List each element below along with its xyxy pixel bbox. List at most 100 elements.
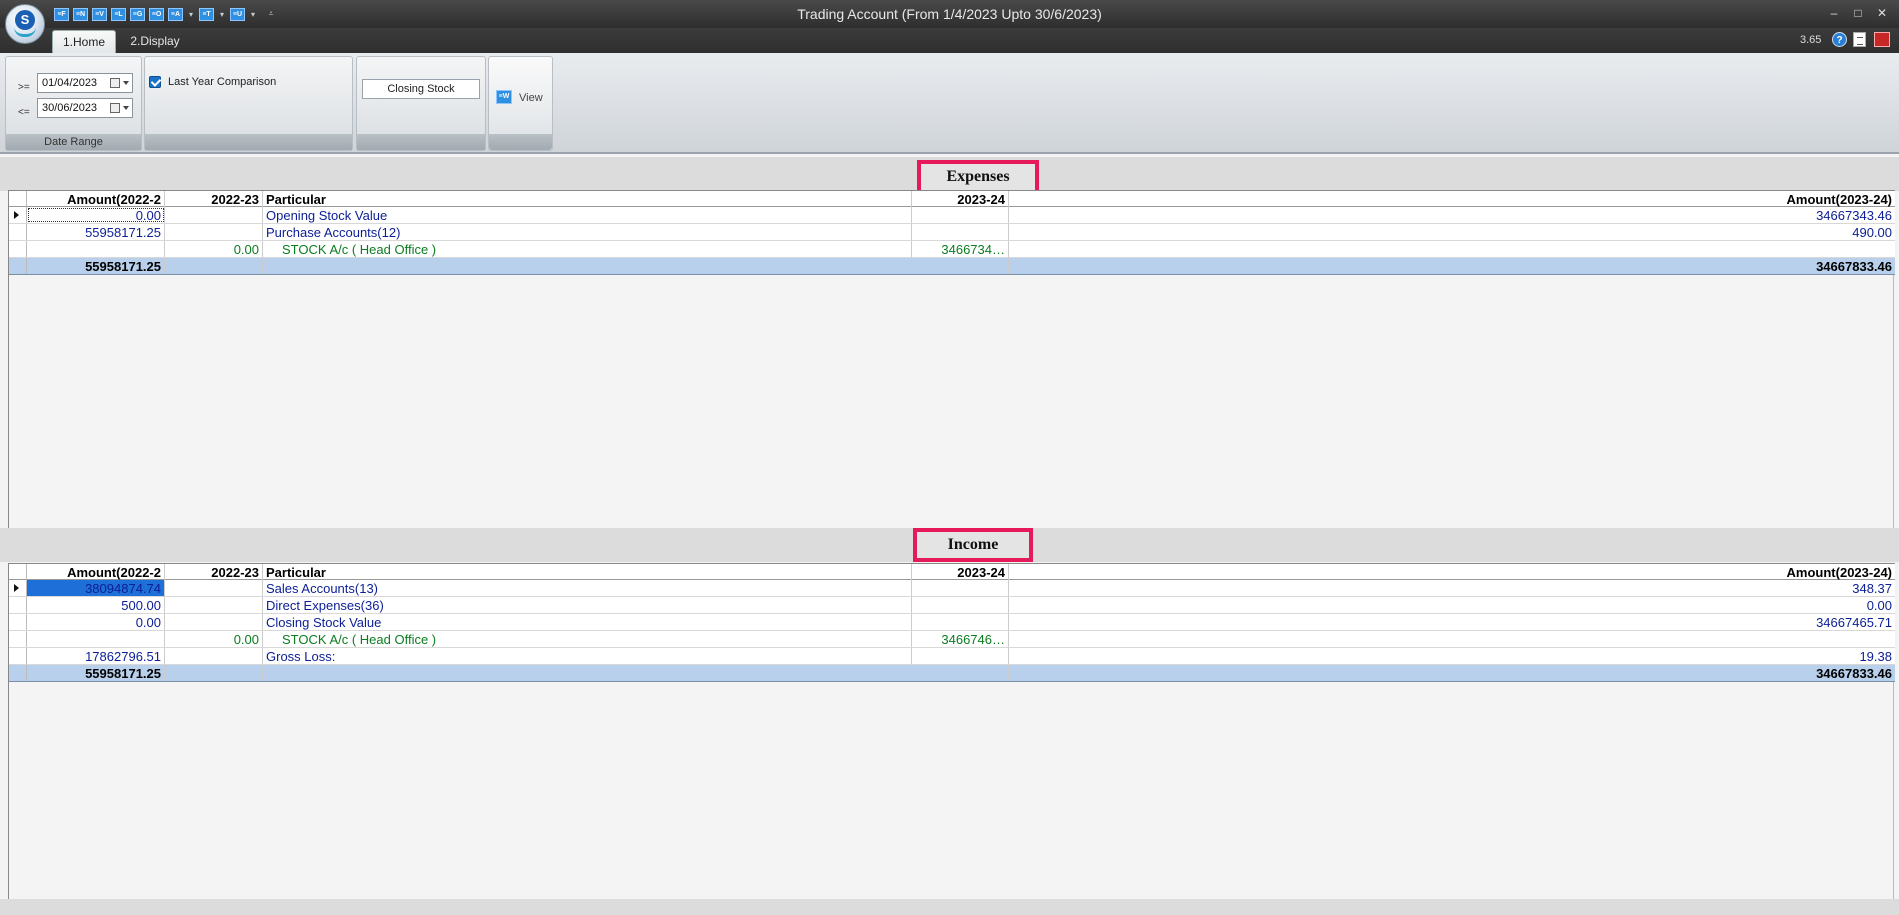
help-icon[interactable]: ?	[1832, 32, 1847, 47]
table-row[interactable]: 55958171.25 Purchase Accounts(12) 490.00	[9, 224, 1895, 241]
amount-2022-23-cell[interactable]	[165, 224, 263, 240]
amount-total-2023-24-cell[interactable]: 34667343.46	[1009, 207, 1895, 223]
table-row[interactable]: 0.00 STOCK A/c ( Head Office ) 3466734…	[9, 241, 1895, 258]
row-selector[interactable]	[9, 648, 27, 664]
column-header-2022-23[interactable]: 2022-23	[165, 564, 263, 580]
chevron-down-icon[interactable]	[123, 81, 129, 85]
amount-2023-24-cell[interactable]	[912, 224, 1009, 240]
row-selector[interactable]	[9, 665, 27, 681]
amount-2022-cell[interactable]: 500.00	[27, 597, 165, 613]
column-header-2023-24[interactable]: 2023-24	[912, 564, 1009, 580]
amount-total-2023-24-cell[interactable]: 19.38	[1009, 648, 1895, 664]
table-row[interactable]: 500.00 Direct Expenses(36) 0.00	[9, 597, 1895, 614]
total-amount-2023-24-cell[interactable]	[912, 665, 1009, 681]
chevron-down-icon[interactable]	[123, 106, 129, 110]
amount-2022-cell[interactable]	[27, 241, 165, 257]
calendar-icon[interactable]	[110, 78, 120, 88]
column-header-amount-2022[interactable]: Amount(2022-2	[27, 191, 165, 207]
column-header-amount-2022[interactable]: Amount(2022-2	[27, 564, 165, 580]
maximize-button[interactable]: □	[1850, 6, 1866, 20]
amount-total-2023-24-cell[interactable]: 348.37	[1009, 580, 1895, 596]
closing-stock-button[interactable]: Closing Stock	[362, 79, 480, 99]
table-row[interactable]: 0.00 STOCK A/c ( Head Office ) 3466746…	[9, 631, 1895, 648]
amount-2022-cell[interactable]: 38094874.74	[27, 580, 165, 596]
view-button[interactable]: ≡W View	[488, 56, 553, 151]
row-selector[interactable]	[9, 597, 27, 613]
amount-2022-23-cell[interactable]	[165, 597, 263, 613]
amount-2022-23-cell[interactable]	[165, 614, 263, 630]
row-selector[interactable]	[9, 631, 27, 647]
column-header-particular[interactable]: Particular	[263, 564, 912, 580]
column-header-amount-2023-24[interactable]: Amount(2023-24)	[1009, 564, 1895, 580]
minimize-button[interactable]: –	[1826, 6, 1842, 20]
particular-cell[interactable]: Closing Stock Value	[263, 614, 912, 630]
particular-cell[interactable]: Sales Accounts(13)	[263, 580, 912, 596]
income-total-row[interactable]: 55958171.25 34667833.46	[9, 665, 1895, 682]
total-amount-2022-cell[interactable]: 55958171.25	[27, 665, 165, 681]
column-header-2022-23[interactable]: 2022-23	[165, 191, 263, 207]
table-row[interactable]: 17862796.51 Gross Loss: 19.38	[9, 648, 1895, 665]
table-row[interactable]: 0.00 Opening Stock Value 34667343.46	[9, 207, 1895, 224]
amount-2022-23-cell[interactable]	[165, 207, 263, 223]
total-amount-total-2023-24-cell[interactable]: 34667833.46	[1009, 258, 1895, 274]
expenses-grid[interactable]: Amount(2022-2 2022-23 Particular 2023-24…	[8, 190, 1895, 528]
row-selector[interactable]	[9, 258, 27, 274]
amount-2022-cell[interactable]: 55958171.25	[27, 224, 165, 240]
tab-home[interactable]: 1.Home	[52, 30, 116, 53]
particular-cell[interactable]: STOCK A/c ( Head Office )	[263, 241, 912, 257]
amount-2023-24-cell[interactable]: 3466746…	[912, 631, 1009, 647]
amount-2022-23-cell[interactable]	[165, 648, 263, 664]
column-header-2023-24[interactable]: 2023-24	[912, 191, 1009, 207]
amount-2022-cell[interactable]: 0.00	[27, 614, 165, 630]
table-row[interactable]: 0.00 Closing Stock Value 34667465.71	[9, 614, 1895, 631]
amount-total-2023-24-cell[interactable]	[1009, 631, 1895, 647]
amount-total-2023-24-cell[interactable]	[1009, 241, 1895, 257]
row-selector[interactable]	[9, 224, 27, 240]
last-year-comparison-checkbox[interactable]	[149, 76, 161, 88]
total-particular-cell[interactable]	[263, 665, 912, 681]
particular-cell[interactable]: Purchase Accounts(12)	[263, 224, 912, 240]
amount-2022-23-cell[interactable]	[165, 580, 263, 596]
particular-cell[interactable]: Opening Stock Value	[263, 207, 912, 223]
amount-2022-cell[interactable]: 0.00	[27, 207, 165, 223]
total-amount-2022-23-cell[interactable]	[165, 665, 263, 681]
app-logo-icon[interactable]: S	[5, 4, 45, 44]
tab-display[interactable]: 2.Display	[124, 30, 186, 53]
total-particular-cell[interactable]	[263, 258, 912, 274]
total-amount-2023-24-cell[interactable]	[912, 258, 1009, 274]
to-date-input[interactable]: 30/06/2023	[37, 98, 133, 118]
table-row[interactable]: 38094874.74 Sales Accounts(13) 348.37	[9, 580, 1895, 597]
amount-2022-cell[interactable]: 17862796.51	[27, 648, 165, 664]
exit-icon[interactable]	[1874, 32, 1890, 47]
row-selector[interactable]	[9, 614, 27, 630]
column-header-amount-2023-24[interactable]: Amount(2023-24)	[1009, 191, 1895, 207]
total-amount-2022-23-cell[interactable]	[165, 258, 263, 274]
income-grid[interactable]: Amount(2022-2 2022-23 Particular 2023-24…	[8, 563, 1895, 899]
total-amount-2022-cell[interactable]: 55958171.25	[27, 258, 165, 274]
amount-2022-23-cell[interactable]: 0.00	[165, 241, 263, 257]
amount-total-2023-24-cell[interactable]: 490.00	[1009, 224, 1895, 240]
total-amount-total-2023-24-cell[interactable]: 34667833.46	[1009, 665, 1895, 681]
amount-2023-24-cell[interactable]	[912, 597, 1009, 613]
row-selector[interactable]	[9, 207, 27, 223]
calendar-icon[interactable]	[110, 103, 120, 113]
amount-2023-24-cell[interactable]	[912, 648, 1009, 664]
amount-2023-24-cell[interactable]: 3466734…	[912, 241, 1009, 257]
particular-cell[interactable]: Gross Loss:	[263, 648, 912, 664]
expenses-total-row[interactable]: 55958171.25 34667833.46	[9, 258, 1895, 275]
amount-2022-23-cell[interactable]: 0.00	[165, 631, 263, 647]
row-selector[interactable]	[9, 580, 27, 596]
amount-2023-24-cell[interactable]	[912, 207, 1009, 223]
amount-2023-24-cell[interactable]	[912, 614, 1009, 630]
amount-total-2023-24-cell[interactable]: 0.00	[1009, 597, 1895, 613]
row-selector[interactable]	[9, 241, 27, 257]
close-button[interactable]: ✕	[1874, 6, 1890, 20]
particular-cell[interactable]: Direct Expenses(36)	[263, 597, 912, 613]
column-header-particular[interactable]: Particular	[263, 191, 912, 207]
particular-cell[interactable]: STOCK A/c ( Head Office )	[263, 631, 912, 647]
amount-total-2023-24-cell[interactable]: 34667465.71	[1009, 614, 1895, 630]
amount-2023-24-cell[interactable]	[912, 580, 1009, 596]
amount-2022-cell[interactable]	[27, 631, 165, 647]
document-icon[interactable]	[1853, 32, 1866, 47]
from-date-input[interactable]: 01/04/2023	[37, 73, 133, 93]
